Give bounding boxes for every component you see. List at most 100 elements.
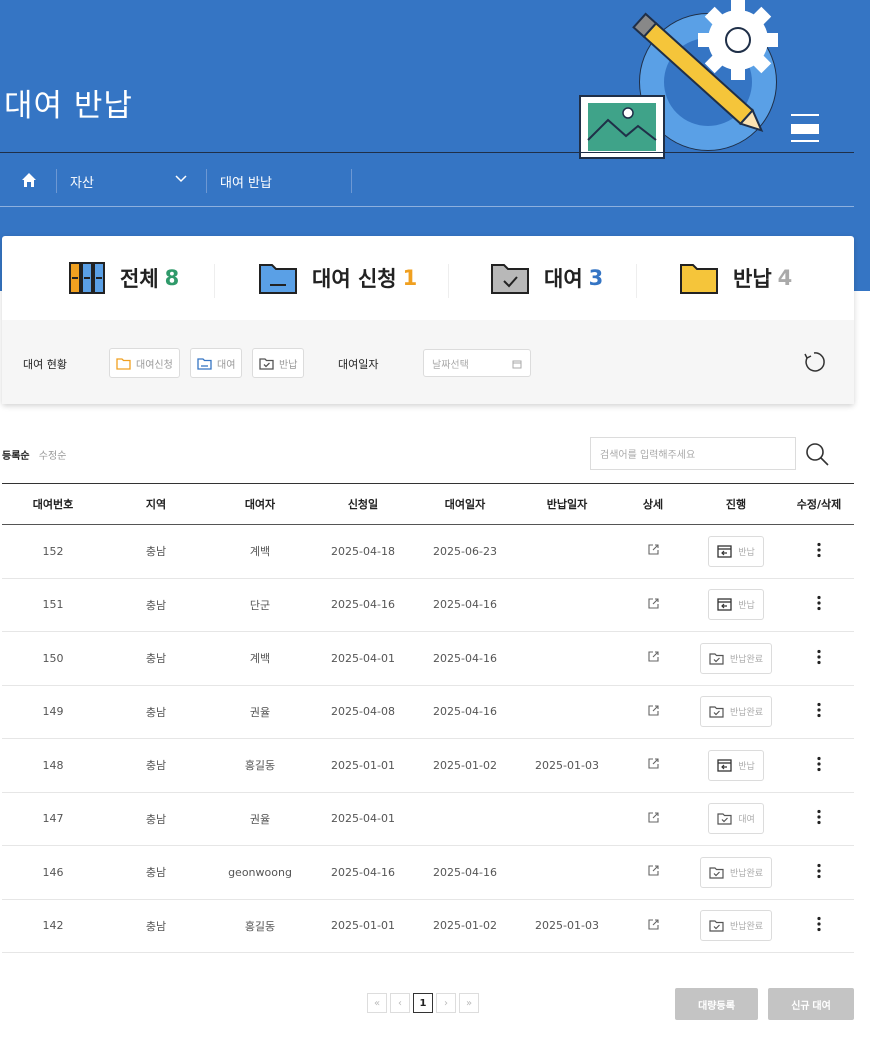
stat-returned-count: 4 (777, 266, 793, 290)
cell-applied: 2025-04-18 (312, 524, 414, 579)
chevron-down-icon[interactable] (174, 172, 188, 186)
cell-renter: 홍길동 (208, 738, 312, 793)
page-next-button[interactable]: › (436, 993, 456, 1013)
calendar-icon (512, 360, 522, 369)
page-first-button[interactable]: « (367, 993, 387, 1013)
date-filter-label: 대여일자 (338, 358, 379, 371)
search-icon[interactable] (803, 440, 831, 468)
more-vertical-icon[interactable] (817, 863, 821, 879)
stat-divider (214, 264, 215, 298)
actions-cell (784, 578, 854, 632)
stat-total-count: 8 (164, 266, 180, 290)
external-link-icon[interactable] (647, 811, 660, 824)
external-link-icon[interactable] (647, 543, 660, 556)
chip-rented-label: 대여 (217, 359, 236, 371)
progress-button[interactable]: 반납완료 (699, 856, 773, 888)
home-icon[interactable] (20, 171, 38, 189)
col-header[interactable]: 지역 (104, 483, 208, 525)
more-vertical-icon[interactable] (817, 649, 821, 665)
stat-rented-label: 대여 (544, 267, 583, 291)
progress-button[interactable]: 대여 (708, 803, 764, 835)
cell-return-date (516, 631, 618, 686)
col-header[interactable]: 반납일자 (516, 483, 618, 525)
chip-returned[interactable]: 반납 (252, 348, 305, 378)
progress-button[interactable]: 반납완료 (699, 642, 773, 674)
more-vertical-icon[interactable] (817, 542, 821, 558)
table-row[interactable]: 149 충남 권율 2025-04-08 2025-04-16 반납완료 (2, 685, 854, 739)
refresh-icon[interactable] (802, 350, 826, 374)
col-header[interactable]: 대여자 (208, 483, 312, 525)
cell-return-date (516, 524, 618, 579)
cell-applied: 2025-01-01 (312, 738, 414, 793)
more-vertical-icon[interactable] (817, 809, 821, 825)
sort-by-modified[interactable]: 수정순 (39, 451, 67, 462)
bulk-register-button[interactable]: 대량등록 (675, 988, 758, 1020)
stat-request-label: 대여 신청 (312, 267, 397, 291)
detail-cell (618, 578, 688, 632)
cell-rent-date (414, 792, 516, 846)
page-current-button[interactable]: 1 (413, 993, 433, 1013)
progress-label: 반납완료 (729, 708, 764, 719)
date-picker-input[interactable]: 날짜선택 (423, 349, 531, 377)
progress-button[interactable]: 반납 (708, 589, 764, 621)
col-header[interactable]: 대여번호 (2, 483, 104, 525)
date-placeholder: 날짜선택 (432, 359, 469, 371)
stat-divider (636, 264, 637, 298)
cell-return-date (516, 845, 618, 900)
chip-request[interactable]: 대여신청 (109, 348, 180, 378)
more-vertical-icon[interactable] (817, 756, 821, 772)
col-header[interactable]: 신청일 (312, 483, 414, 525)
progress-button[interactable]: 반납완료 (699, 696, 773, 728)
folder-check-icon (709, 706, 724, 718)
table-row[interactable]: 148 충남 홍길동 2025-01-01 2025-01-02 2025-01-03 반납 (2, 738, 854, 793)
stat-total[interactable]: 전체 8 (68, 260, 179, 296)
search-input[interactable]: 검색어를 입력해주세요 (590, 437, 796, 470)
external-link-icon[interactable] (647, 757, 660, 770)
breadcrumb-level1[interactable]: 자산 (70, 172, 94, 191)
new-rental-button[interactable]: 신규 대여 (768, 988, 854, 1020)
external-link-icon[interactable] (647, 650, 660, 663)
folder-icon (116, 357, 131, 370)
page-prev-button[interactable]: ‹ (390, 993, 410, 1013)
table-row[interactable]: 150 충남 계백 2025-04-01 2025-04-16 반납완료 (2, 631, 854, 686)
external-link-icon[interactable] (647, 864, 660, 877)
progress-button[interactable]: 반납완료 (699, 910, 773, 942)
cell-applied: 2025-01-01 (312, 899, 414, 953)
table-row[interactable]: 146 충남 geonwoong 2025-04-16 2025-04-16 반납완료 (2, 845, 854, 900)
progress-button[interactable]: 반납 (708, 749, 764, 781)
table-row[interactable]: 142 충남 홍길동 2025-01-01 2025-01-02 2025-01-03 반납… (2, 899, 854, 953)
more-vertical-icon[interactable] (817, 916, 821, 932)
table-header-row: 대여번호 지역 대여자 신청일 대여일자 반납일자 상세 진행 수정/삭제 (2, 483, 854, 525)
page-last-button[interactable]: » (459, 993, 479, 1013)
cell-applied: 2025-04-16 (312, 845, 414, 900)
cell-renter: 권율 (208, 685, 312, 739)
detail-cell (618, 899, 688, 953)
cell-region: 충남 (104, 631, 208, 686)
col-header[interactable]: 대여일자 (414, 483, 516, 525)
stat-returned[interactable]: 반납 4 (679, 260, 792, 296)
external-link-icon[interactable] (647, 704, 660, 717)
more-vertical-icon[interactable] (817, 702, 821, 718)
folder-check-icon (709, 867, 724, 879)
page-title: 대여 반납 (4, 88, 133, 124)
cell-rent-date: 2025-01-02 (414, 899, 516, 953)
more-vertical-icon[interactable] (817, 595, 821, 611)
chip-rented[interactable]: 대여 (190, 348, 243, 378)
cell-applied: 2025-04-01 (312, 792, 414, 846)
external-link-icon[interactable] (647, 918, 660, 931)
progress-button[interactable]: 반납 (708, 535, 764, 567)
table-row[interactable]: 152 충남 계백 2025-04-18 2025-06-23 반납 (2, 524, 854, 579)
binders-icon (69, 262, 105, 294)
table-row[interactable]: 147 충남 권율 2025-04-01 대여 (2, 792, 854, 846)
external-link-icon[interactable] (647, 597, 660, 610)
stat-request[interactable]: 대여 신청 1 (258, 260, 417, 296)
stat-rented[interactable]: 대여 3 (490, 260, 603, 296)
sort-by-registered[interactable]: 등록순 (2, 451, 30, 462)
stat-total-label: 전체 (120, 267, 159, 291)
cell-applied: 2025-04-16 (312, 578, 414, 632)
rental-table: 대여번호 지역 대여자 신청일 대여일자 반납일자 상세 진행 수정/삭제 15… (2, 483, 854, 953)
table-row[interactable]: 151 충남 단군 2025-04-16 2025-04-16 반납 (2, 578, 854, 632)
chip-request-label: 대여신청 (136, 359, 173, 371)
progress-label: 반납 (738, 761, 755, 772)
breadcrumb-level2[interactable]: 대여 반납 (220, 172, 272, 191)
